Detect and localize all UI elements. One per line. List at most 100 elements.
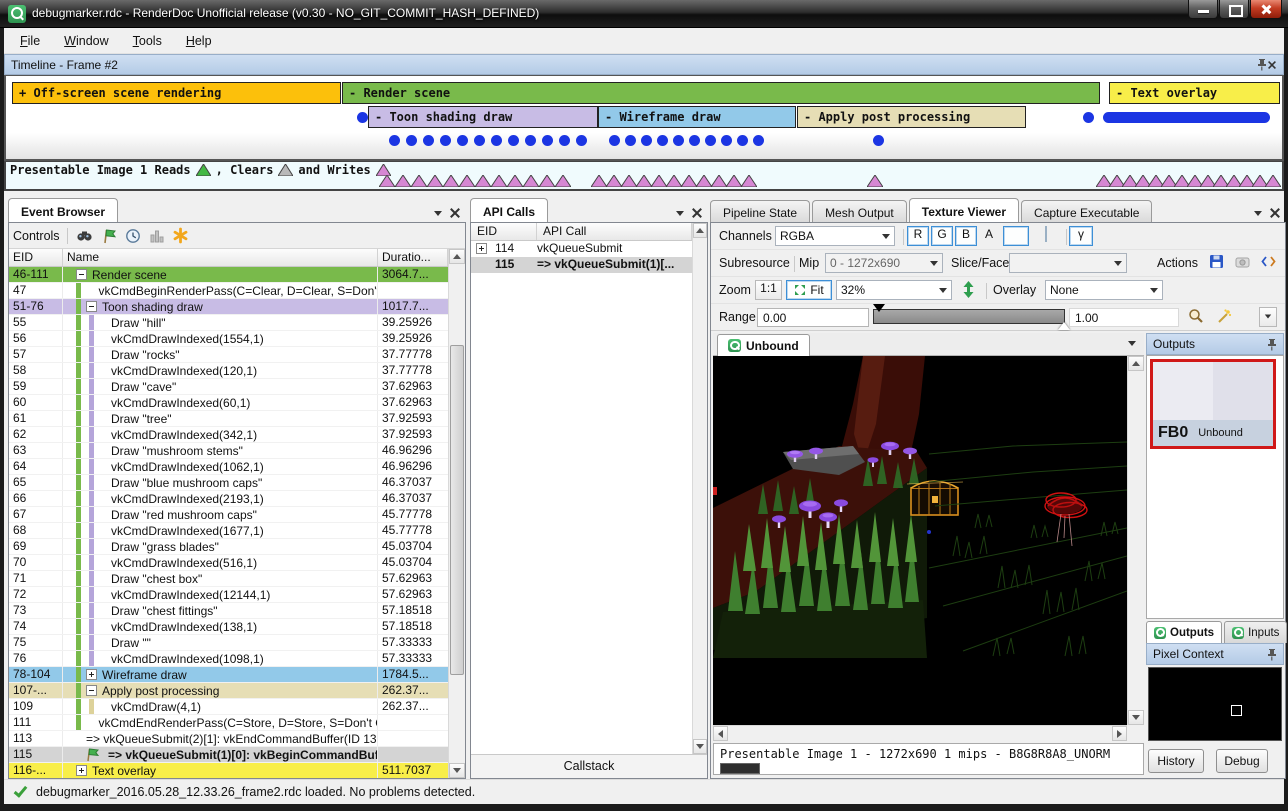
timeline-dock-header[interactable]: Timeline - Frame #2 [4, 54, 1284, 75]
scroll-left-button[interactable] [713, 726, 728, 741]
event-row[interactable]: 72vkCmdDrawIndexed(12144,1)57.62963 [9, 587, 448, 603]
event-row[interactable]: 57Draw "rocks"37.77778 [9, 347, 448, 363]
event-row[interactable]: 63Draw "mushroom stems"46.96296 [9, 443, 448, 459]
event-dot[interactable] [673, 135, 684, 146]
event-dot[interactable] [873, 135, 884, 146]
tab-event-browser[interactable]: Event Browser [8, 198, 118, 222]
goto-event-flag-icon[interactable] [99, 227, 119, 245]
event-row[interactable]: 56vkCmdDrawIndexed(1554,1)39.25926 [9, 331, 448, 347]
scroll-down-button[interactable] [1128, 710, 1144, 725]
toolbar-overflow-button[interactable] [1259, 307, 1277, 327]
overlay-combo[interactable]: None [1045, 280, 1163, 300]
event-dot[interactable] [491, 135, 502, 146]
tab-api-calls[interactable]: API Calls [470, 198, 548, 222]
event-row[interactable]: 73Draw "chest fittings"57.18518 [9, 603, 448, 619]
panel-close-icon[interactable] [692, 208, 702, 218]
callstack-label[interactable]: Callstack [471, 754, 707, 778]
time-draws-clock-icon[interactable] [123, 227, 143, 245]
tab-pipeline-state[interactable]: Pipeline State [710, 200, 810, 222]
event-row[interactable]: 66vkCmdDrawIndexed(2193,1)46.37037 [9, 491, 448, 507]
scroll-down-button[interactable] [449, 763, 465, 778]
column-duration[interactable]: Duratio... [378, 249, 448, 266]
collapse-icon[interactable] [86, 301, 97, 312]
event-row[interactable]: 74vkCmdDrawIndexed(138,1)57.18518 [9, 619, 448, 635]
event-row[interactable]: 59Draw "cave"37.62963 [9, 379, 448, 395]
timeline-canvas[interactable]: + Off-screen scene rendering- Render sce… [4, 75, 1284, 161]
api-call-row[interactable]: 114vkQueueSubmit [471, 241, 692, 257]
event-row[interactable]: 78-104Wireframe draw1784.5... [9, 667, 448, 683]
pin-icon[interactable] [1266, 338, 1277, 351]
scroll-up-button[interactable] [1128, 356, 1144, 371]
menu-help[interactable]: Help [174, 30, 224, 52]
timeline-usage-strip[interactable]: Presentable Image 1 Reads , Clears and W… [4, 161, 1284, 191]
pin-icon[interactable] [1266, 648, 1277, 661]
stats-chart-icon[interactable] [147, 227, 167, 245]
pixel-context-header[interactable]: Pixel Context [1146, 643, 1284, 665]
event-dot[interactable] [508, 135, 519, 146]
panel-menu-icon[interactable] [676, 211, 684, 216]
tab-inputs[interactable]: Inputs [1224, 621, 1287, 643]
collapse-icon[interactable] [86, 685, 97, 696]
tab-mesh-output[interactable]: Mesh Output [812, 200, 907, 222]
pin-icon[interactable] [1256, 58, 1267, 71]
expand-icon[interactable] [476, 243, 487, 254]
debug-button[interactable]: Debug [1216, 749, 1268, 773]
flip-y-button[interactable] [958, 280, 978, 300]
timeline-close-icon[interactable] [1268, 61, 1276, 69]
event-row[interactable]: 58vkCmdDrawIndexed(120,1)37.77778 [9, 363, 448, 379]
event-row[interactable]: 115=> vkQueueSubmit(1)[0]: vkBeginComman… [9, 747, 448, 763]
column-api-call[interactable]: API Call [537, 223, 692, 240]
panel-menu-icon[interactable] [434, 211, 442, 216]
event-row[interactable]: 69Draw "grass blades"45.03704 [9, 539, 448, 555]
black-point-marker[interactable] [873, 304, 885, 312]
auto-range-wand-button[interactable] [1213, 307, 1235, 327]
range-slider[interactable] [873, 309, 1065, 324]
channels-combo[interactable]: RGBA [775, 226, 895, 246]
fb0-thumbnail[interactable]: FB0 Unbound [1150, 359, 1276, 449]
event-row[interactable]: 68vkCmdDrawIndexed(1677,1)45.77778 [9, 523, 448, 539]
alpha-checker-toggle[interactable] [1033, 226, 1059, 246]
event-dot[interactable] [737, 135, 748, 146]
range-max-input[interactable]: 1.00 [1069, 308, 1179, 327]
tab-capture-executable[interactable]: Capture Executable [1021, 200, 1152, 222]
texture-tab-menu-icon[interactable] [1128, 341, 1136, 346]
event-dot[interactable] [457, 135, 468, 146]
event-row[interactable]: 75Draw ""57.33333 [9, 635, 448, 651]
minimize-button[interactable] [1188, 0, 1218, 19]
custom-shader-button[interactable] [1257, 253, 1279, 273]
gamma-toggle[interactable]: γ [1069, 226, 1093, 246]
event-row[interactable]: 107-...Apply post processing262.37... [9, 683, 448, 699]
titlebar[interactable]: debugmarker.rdc - RenderDoc Unofficial r… [0, 0, 1288, 28]
event-row[interactable]: 62vkCmdDrawIndexed(342,1)37.92593 [9, 427, 448, 443]
scroll-down-button[interactable] [693, 739, 707, 754]
channel-blue-toggle[interactable]: B [955, 226, 977, 246]
event-dot[interactable] [625, 135, 636, 146]
event-row[interactable]: 70vkCmdDrawIndexed(516,1)45.03704 [9, 555, 448, 571]
outputs-header[interactable]: Outputs [1146, 333, 1284, 355]
event-dot[interactable] [689, 135, 700, 146]
event-dot[interactable] [721, 135, 732, 146]
api-calls-scrollbar[interactable] [692, 223, 707, 754]
event-row[interactable]: 76vkCmdDrawIndexed(1098,1)57.33333 [9, 651, 448, 667]
column-eid[interactable]: EID [471, 223, 537, 240]
event-row[interactable]: 116-...Text overlay511.7037 [9, 763, 448, 778]
event-row[interactable]: 65Draw "blue mushroom caps"46.37037 [9, 475, 448, 491]
channel-green-toggle[interactable]: G [931, 226, 953, 246]
api-call-row[interactable]: 115=> vkQueueSubmit(1)[... [471, 257, 692, 273]
event-row[interactable]: 47vkCmdBeginRenderPass(C=Clear, D=Clear,… [9, 283, 448, 299]
autofit-range-button[interactable] [1185, 307, 1207, 327]
color-wheel-toggle[interactable] [1003, 226, 1029, 246]
image-vscrollbar[interactable] [1127, 356, 1144, 725]
event-dot[interactable] [440, 135, 451, 146]
event-dot[interactable] [753, 135, 764, 146]
menu-file[interactable]: File [8, 30, 52, 52]
api-calls-header[interactable]: EID API Call [471, 223, 692, 241]
event-row[interactable]: 113=> vkQueueSubmit(2)[1]: vkEndCommandB… [9, 731, 448, 747]
zoom-1-1-button[interactable]: 1:1 [755, 280, 782, 300]
history-button[interactable]: History [1148, 749, 1204, 773]
menu-window[interactable]: Window [52, 30, 120, 52]
scroll-right-button[interactable] [1112, 726, 1127, 741]
event-dot[interactable] [609, 135, 620, 146]
bookmark-asterisk-icon[interactable] [171, 227, 191, 245]
save-texture-button[interactable] [1205, 253, 1227, 273]
